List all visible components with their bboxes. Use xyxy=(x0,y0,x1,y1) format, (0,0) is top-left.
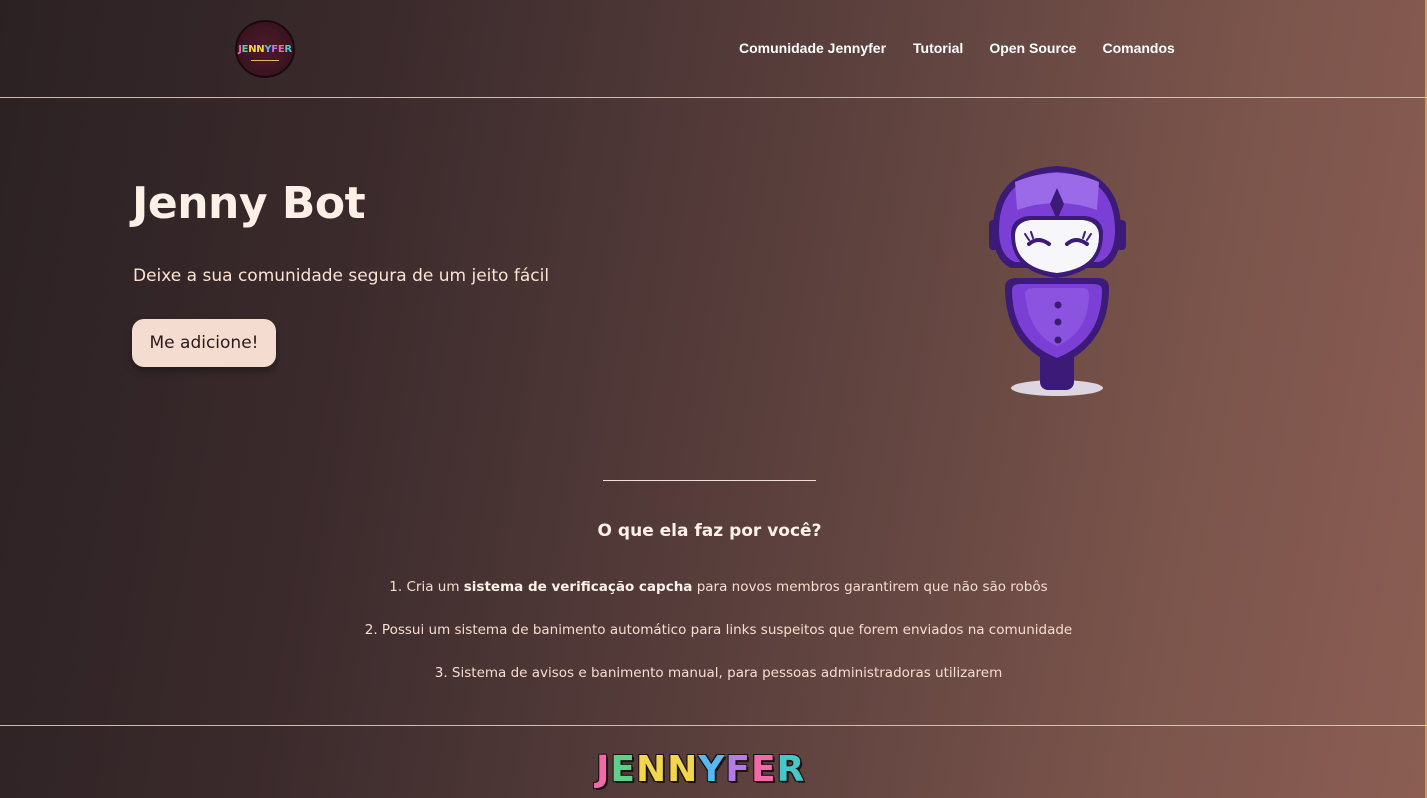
footer-logo-letter: E xyxy=(750,748,777,790)
footer-divider xyxy=(0,725,1427,726)
nav-open-source[interactable]: Open Source xyxy=(989,40,1076,56)
jennyfer-logo[interactable]: JENNYFER xyxy=(235,20,295,78)
section-divider xyxy=(603,480,816,481)
feature-1-bold: sistema de verificação capcha xyxy=(463,579,693,595)
main-nav: Comunidade Jennyfer Tutorial Open Source… xyxy=(739,40,1175,56)
hero-subtitle: Deixe a sua comunidade segura de um jeit… xyxy=(133,266,550,286)
footer-jennyfer-logo: J E N N Y F E R xyxy=(596,748,826,790)
site-header: JENNYFER Comunidade Jennyfer Tutorial Op… xyxy=(0,0,1427,97)
add-bot-button[interactable]: Me adicione! xyxy=(132,319,276,367)
features-title: O que ela faz por você? xyxy=(597,521,822,541)
footer-logo-letter: J xyxy=(596,748,611,790)
nav-comunidade-jennyfer[interactable]: Comunidade Jennyfer xyxy=(739,40,886,56)
header-divider xyxy=(0,97,1427,98)
feature-item-2: 2. Possui um sistema de banimento automá… xyxy=(364,622,1073,638)
jenny-robot-illustration xyxy=(989,166,1126,396)
nav-tutorial[interactable]: Tutorial xyxy=(913,40,963,56)
feature-1-suffix: para novos membros garantirem que não sã… xyxy=(692,579,1048,595)
nav-comandos[interactable]: Comandos xyxy=(1102,40,1174,56)
footer-logo-letter: N xyxy=(636,748,668,790)
logo-text: JENNYFER xyxy=(238,43,292,55)
footer-logo-letter: E xyxy=(610,748,636,790)
footer-logo-letter: Y xyxy=(698,748,726,790)
footer-logo-letter: F xyxy=(725,748,751,790)
logo-underline xyxy=(251,60,279,61)
feature-1-prefix: 1. Cria um xyxy=(389,579,464,595)
footer-logo-letter: R xyxy=(776,748,806,790)
hero-title: Jenny Bot xyxy=(132,178,366,229)
feature-item-3: 3. Sistema de avisos e banimento manual,… xyxy=(434,665,1003,681)
footer-logo-letter: N xyxy=(667,748,699,790)
feature-item-1: 1. Cria um sistema de verificação capcha… xyxy=(0,579,1427,595)
